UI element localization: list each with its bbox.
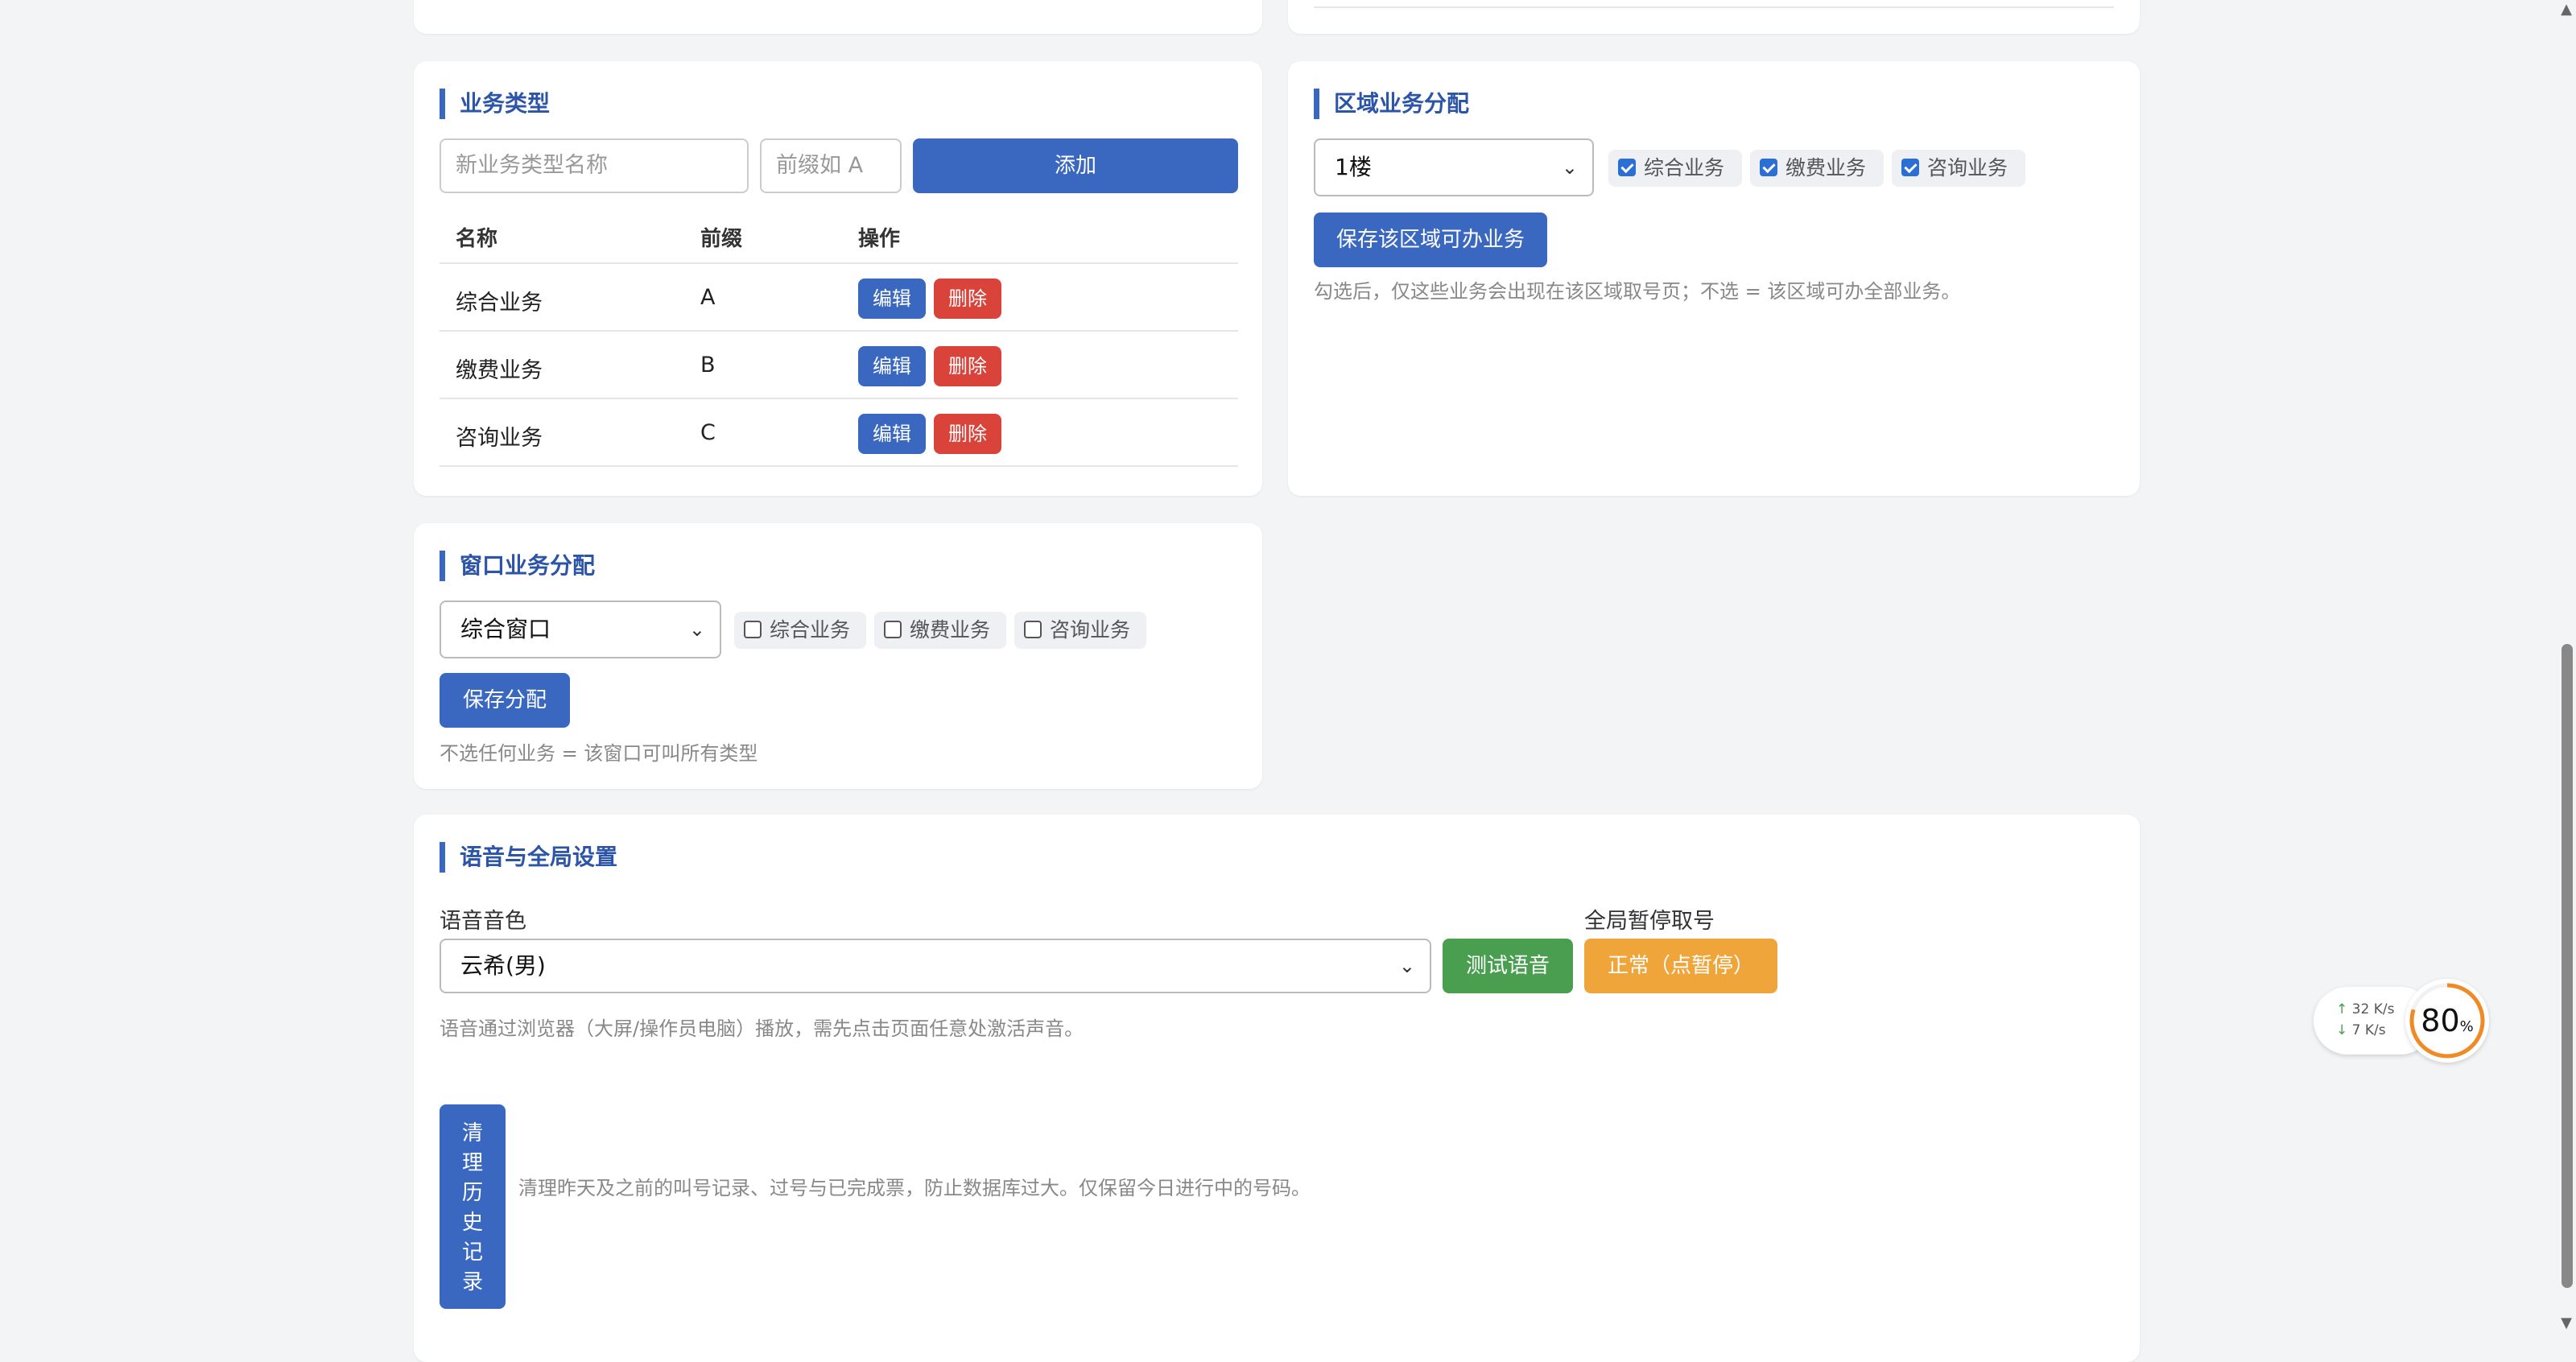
window-option-label: 综合业务	[770, 618, 851, 642]
upload-speed: ↑ 32 K/s	[2336, 1001, 2394, 1017]
area-assign-title: 区域业务分配	[1314, 89, 1469, 119]
area-hint-text: 勾选后，仅这些业务会出现在该区域取号页；不选 = 该区域可办全部业务。	[1314, 280, 1961, 303]
test-voice-button[interactable]: 测试语音	[1443, 939, 1573, 993]
upload-speed-value: 32	[2351, 1001, 2370, 1017]
voice-select[interactable]: 云希(男) ⌄	[440, 939, 1431, 993]
area-option-checkbox[interactable]: 综合业务	[1608, 150, 1742, 187]
clear-history-char: 录	[461, 1270, 483, 1294]
delete-button[interactable]: 删除	[934, 414, 1001, 454]
scroll-down-arrow-icon[interactable]: ▼	[2557, 1314, 2576, 1333]
voice-settings-title: 语音与全局设置	[440, 842, 617, 873]
delete-button[interactable]: 删除	[934, 346, 1001, 386]
divider	[1314, 6, 2114, 8]
global-pause-label: 全局暂停取号	[1584, 909, 1715, 934]
checkbox-checked-icon	[1901, 159, 1919, 176]
save-area-button[interactable]: 保存该区域可办业务	[1314, 213, 1547, 267]
col-header-name: 名称	[456, 227, 498, 251]
window-assign-title: 窗口业务分配	[440, 551, 595, 581]
download-speed-value: 7	[2351, 1022, 2361, 1038]
add-business-button[interactable]: 添加	[913, 138, 1238, 193]
divider	[440, 465, 1238, 467]
usage-percent: 80%	[2405, 1003, 2489, 1038]
voice-label: 语音音色	[440, 909, 526, 934]
business-prefix-input[interactable]: 前缀如 A	[760, 138, 902, 193]
voice-hint-text: 语音通过浏览器（大屏/操作员电脑）播放，需先点击页面任意处激活声音。	[440, 1017, 1084, 1040]
table-row-name: 综合业务	[456, 291, 543, 316]
download-speed: ↓ 7 K/s	[2336, 1022, 2386, 1038]
edit-button[interactable]: 编辑	[858, 279, 926, 319]
usage-gauge[interactable]: 80%	[2405, 979, 2489, 1063]
area-option-label: 咨询业务	[1927, 156, 2008, 180]
voice-settings-card: 语音与全局设置 语音音色 云希(男) ⌄ 测试语音 全局暂停取号 正常（点暂停）…	[414, 815, 2140, 1362]
window-select[interactable]: 综合窗口 ⌄	[440, 601, 721, 658]
area-option-label: 缴费业务	[1785, 156, 1867, 180]
clear-history-char: 史	[461, 1211, 483, 1235]
checkbox-checked-icon	[1760, 159, 1777, 176]
download-speed-unit: K/s	[2364, 1022, 2386, 1038]
chevron-down-icon: ⌄	[1561, 156, 1578, 179]
table-row-name: 咨询业务	[456, 426, 543, 451]
area-select-value: 1楼	[1335, 154, 1372, 180]
top-right-card-partial	[1288, 0, 2140, 34]
area-option-checkbox[interactable]: 咨询业务	[1892, 150, 2025, 187]
window-option-label: 缴费业务	[910, 618, 991, 642]
checkbox-icon	[744, 621, 762, 638]
checkbox-checked-icon	[1618, 159, 1636, 176]
checkbox-icon	[1024, 621, 1042, 638]
col-header-prefix: 前缀	[700, 227, 743, 251]
window-option-checkbox[interactable]: 综合业务	[734, 612, 866, 649]
chevron-down-icon: ⌄	[1398, 955, 1415, 977]
arrow-up-icon: ↑	[2336, 1001, 2348, 1017]
window-option-checkbox[interactable]: 咨询业务	[1014, 612, 1146, 649]
top-left-card-partial	[414, 0, 1262, 34]
divider	[440, 262, 1238, 264]
window-option-checkbox[interactable]: 缴费业务	[874, 612, 1006, 649]
divider	[440, 398, 1238, 399]
chevron-down-icon: ⌄	[688, 618, 705, 641]
global-pause-button[interactable]: 正常（点暂停）	[1584, 939, 1777, 993]
checkbox-icon	[884, 621, 902, 638]
table-row-prefix: C	[700, 420, 716, 445]
table-row-prefix: B	[700, 353, 716, 378]
clear-history-char: 记	[461, 1240, 483, 1265]
window-assign-card: 窗口业务分配 综合窗口 ⌄ 综合业务 缴费业务 咨询业务 保存分配 不选任何业务…	[414, 523, 1262, 789]
business-types-title: 业务类型	[440, 89, 550, 119]
clear-history-hint: 清理昨天及之前的叫号记录、过号与已完成票，防止数据库过大。仅保留今日进行中的号码…	[518, 1177, 1311, 1199]
divider	[440, 330, 1238, 332]
edit-button[interactable]: 编辑	[858, 414, 926, 454]
usage-percent-value: 80	[2421, 1003, 2460, 1038]
window-option-label: 咨询业务	[1050, 618, 1131, 642]
clear-history-char: 清	[461, 1121, 483, 1145]
voice-select-value: 云希(男)	[460, 952, 546, 979]
scroll-up-arrow-icon[interactable]: ▲	[2557, 0, 2576, 19]
clear-history-button[interactable]: 清 理 历 史 记 录	[440, 1104, 506, 1309]
page-scrollbar[interactable]: ▲ ▼	[2557, 0, 2576, 1338]
col-header-action: 操作	[858, 227, 901, 251]
table-row-name: 缴费业务	[456, 358, 543, 383]
edit-button[interactable]: 编辑	[858, 346, 926, 386]
usage-percent-sign: %	[2459, 1018, 2474, 1035]
table-row-prefix: A	[700, 285, 716, 310]
scroll-thumb[interactable]	[2562, 644, 2573, 1288]
arrow-down-icon: ↓	[2336, 1022, 2348, 1038]
area-assign-card: 区域业务分配 1楼 ⌄ 综合业务 缴费业务 咨询业务 保存该区域可办业务 勾选后…	[1288, 61, 2140, 496]
delete-button[interactable]: 删除	[934, 279, 1001, 319]
area-option-checkbox[interactable]: 缴费业务	[1750, 150, 1884, 187]
business-types-card: 业务类型 新业务类型名称 前缀如 A 添加 名称 前缀 操作 综合业务 A 编辑…	[414, 61, 1262, 496]
window-hint-text: 不选任何业务 = 该窗口可叫所有类型	[440, 742, 758, 765]
window-select-value: 综合窗口	[460, 616, 551, 642]
business-name-input[interactable]: 新业务类型名称	[440, 138, 749, 193]
clear-history-char: 理	[461, 1151, 483, 1175]
save-window-button[interactable]: 保存分配	[440, 673, 570, 728]
upload-speed-unit: K/s	[2373, 1001, 2395, 1017]
area-select[interactable]: 1楼 ⌄	[1314, 138, 1594, 196]
area-option-label: 综合业务	[1644, 156, 1725, 180]
clear-history-char: 历	[461, 1181, 483, 1205]
